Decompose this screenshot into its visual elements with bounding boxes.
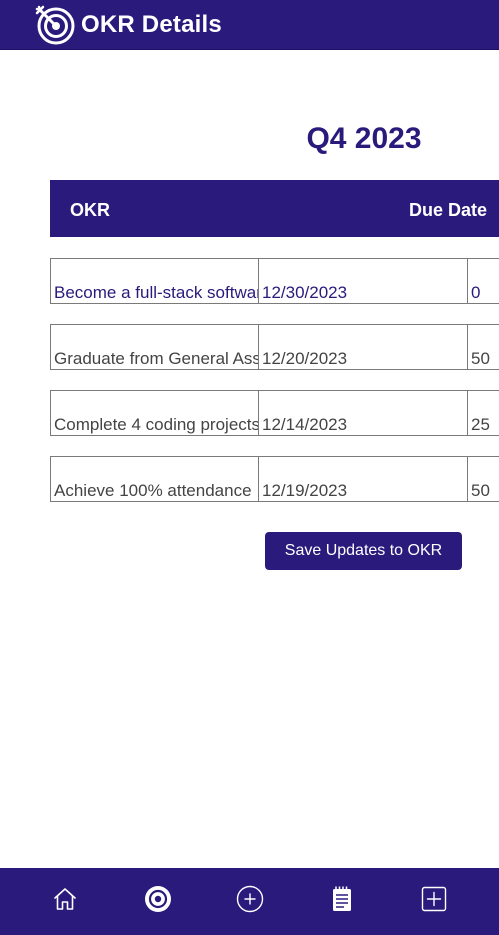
add-square-icon — [420, 885, 448, 918]
table-row: Complete 4 coding projects 12/14/2023 25 — [50, 390, 499, 436]
progress-cell[interactable]: 0 — [467, 258, 499, 304]
add-circle-icon — [236, 885, 264, 918]
home-icon — [51, 885, 79, 918]
table-row: Become a full-stack software engineer 12… — [50, 258, 499, 304]
nav-home[interactable] — [48, 884, 82, 918]
table-row: Graduate from General Assembly 12/20/202… — [50, 324, 499, 370]
due-date-cell[interactable]: 12/14/2023 — [258, 390, 468, 436]
okr-cell[interactable]: Graduate from General Assembly — [50, 324, 259, 370]
due-date-cell[interactable]: 12/30/2023 — [258, 258, 468, 304]
okr-cell[interactable]: Complete 4 coding projects — [50, 390, 259, 436]
save-updates-button[interactable]: Save Updates to OKR — [265, 532, 462, 570]
column-header-due-date: Due Date — [409, 200, 488, 220]
okr-cell[interactable]: Achieve 100% attendance — [50, 456, 259, 502]
table-header: OKR Due Date — [50, 180, 499, 237]
nav-add[interactable] — [233, 884, 267, 918]
target-arrow-icon — [35, 5, 75, 45]
bottom-nav — [0, 868, 499, 935]
top-bar: OKR Details — [0, 0, 499, 50]
target-icon — [144, 885, 172, 918]
progress-cell[interactable]: 50 — [467, 324, 499, 370]
nav-notes[interactable] — [325, 884, 359, 918]
quarter-heading: Q4 2023 — [306, 122, 422, 155]
progress-cell[interactable]: 25 — [467, 390, 499, 436]
page-title: OKR Details — [81, 11, 222, 38]
okr-cell[interactable]: Become a full-stack software engineer — [50, 258, 259, 304]
column-header-okr: OKR — [70, 200, 110, 220]
due-date-cell[interactable]: 12/20/2023 — [258, 324, 468, 370]
notepad-icon — [328, 885, 356, 918]
nav-okrs[interactable] — [141, 884, 175, 918]
progress-cell[interactable]: 50 — [467, 456, 499, 502]
nav-create[interactable] — [417, 884, 451, 918]
table-row: Achieve 100% attendance 12/19/2023 50 — [50, 456, 499, 502]
okr-details-page: OKR Details Q4 2023 OKR Due Date Become … — [0, 0, 499, 935]
due-date-cell[interactable]: 12/19/2023 — [258, 456, 468, 502]
